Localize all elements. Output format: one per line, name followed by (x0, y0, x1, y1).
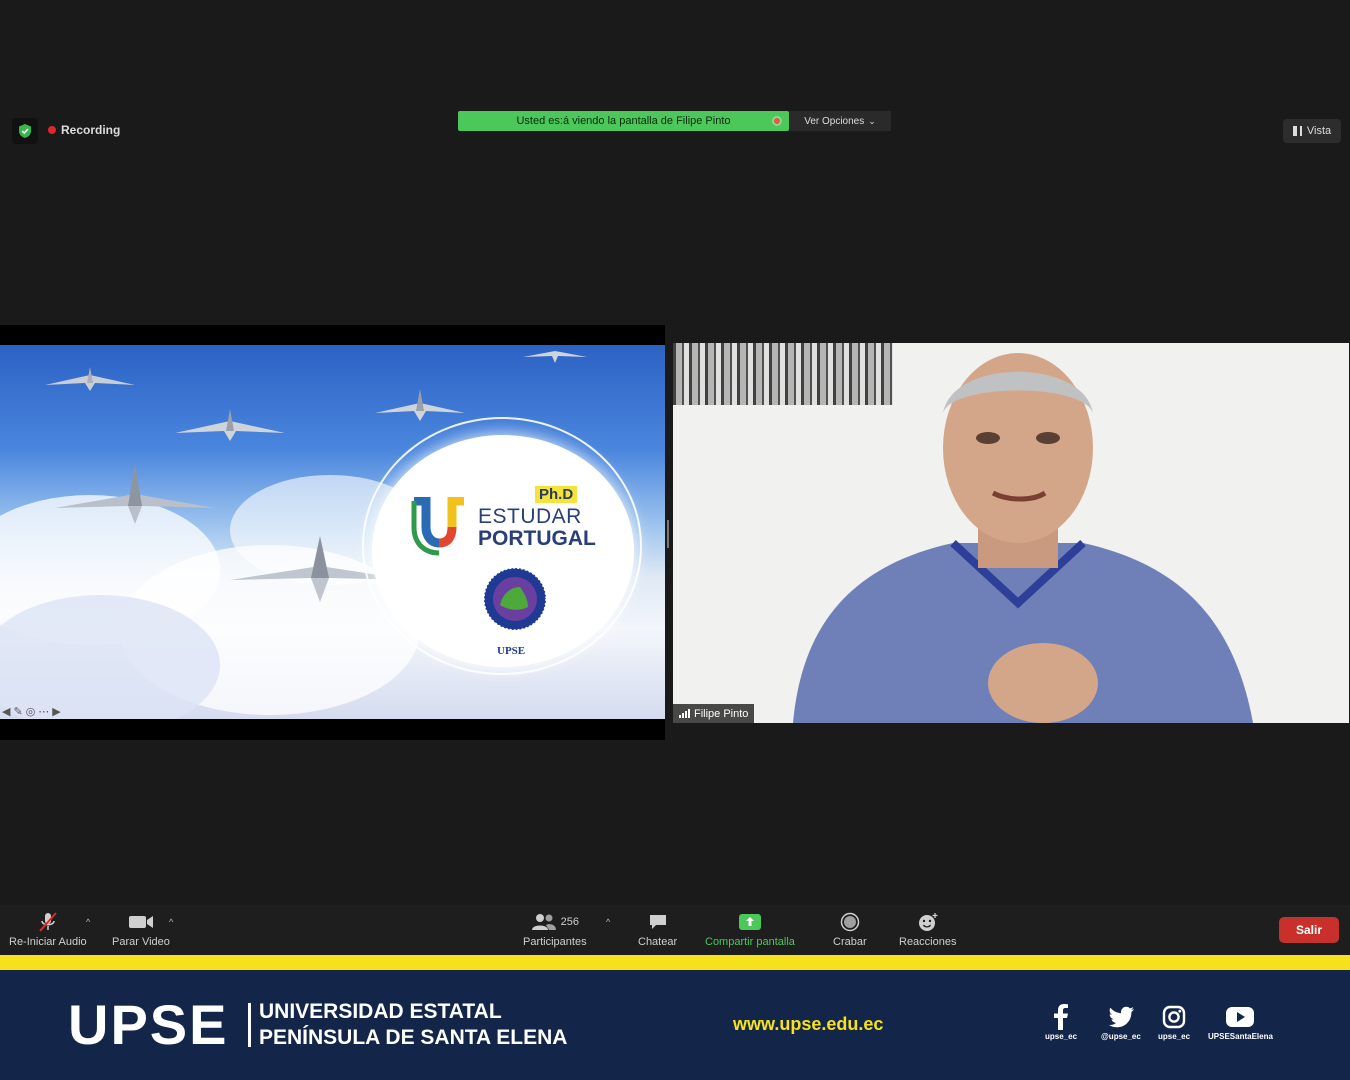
jet-image (523, 351, 587, 363)
participants-button[interactable]: 256 Participantes (523, 911, 587, 948)
footer-university-line1: UNIVERSIDAD ESTATAL (259, 1000, 502, 1023)
youtube-handle: UPSESantaElena (1208, 1032, 1273, 1041)
security-shield-icon[interactable] (12, 118, 38, 144)
estudar-portugal-logo-icon (411, 497, 464, 556)
record-button[interactable]: Crabar (833, 911, 867, 948)
participants-icon-group: 256 (531, 911, 579, 933)
leave-button[interactable]: Salir (1279, 917, 1339, 943)
presentation-slide: Ph.D ESTUDAR PORTUGAL UPSE ◀ ✎ ◎ ⋯ ▶ (0, 345, 665, 719)
more-icon[interactable]: ⋯ (38, 705, 49, 718)
screen-share-banner: Usted es:á viendo la pantalla de Filipe … (458, 111, 789, 131)
facebook-icon (1053, 1002, 1069, 1032)
signal-strength-icon (679, 709, 690, 718)
chat-label: Chatear (638, 936, 678, 948)
instagram-icon (1162, 1002, 1186, 1032)
upse-footer-banner: UPSE UNIVERSIDAD ESTATAL PENÍNSULA DE SA… (0, 970, 1350, 1080)
previous-slide-icon[interactable]: ◀ (2, 705, 10, 718)
youtube-icon (1225, 1002, 1255, 1032)
participants-count: 256 (560, 916, 579, 928)
meeting-toolbar: Re-Iniciar Audio ^ Parar Video ^ 256 Par… (0, 905, 1350, 955)
twitter-icon (1107, 1002, 1135, 1032)
share-screen-label: Compartir pantalla (705, 936, 795, 948)
footer-accent-strip (0, 955, 1350, 970)
recording-label: Recording (61, 123, 121, 137)
audio-options-caret-icon[interactable]: ^ (86, 917, 90, 927)
video-label: Parar Video (112, 936, 170, 948)
view-options-button[interactable]: Ver Opciones ⌄ (789, 111, 891, 131)
share-screen-icon (738, 911, 762, 933)
chat-bubble-icon (648, 911, 668, 933)
footer-website: www.upse.edu.ec (733, 1014, 884, 1034)
chevron-down-icon: ⌄ (868, 115, 876, 126)
muted-microphone-icon (36, 911, 60, 933)
jet-image (45, 367, 135, 391)
jet-image (55, 464, 215, 524)
footer-university-line2: PENÍNSULA DE SANTA ELENA (259, 1026, 568, 1049)
video-camera-icon (128, 911, 154, 933)
smiley-add-icon (917, 911, 939, 933)
next-slide-icon[interactable]: ▶ (52, 705, 60, 718)
pointer-icon[interactable]: ◎ (26, 705, 36, 718)
view-options-label: Ver Opciones (804, 115, 865, 127)
upse-seal-label: UPSE (497, 645, 526, 657)
footer-separator (248, 1003, 251, 1047)
share-screen-button[interactable]: Compartir pantalla (705, 911, 795, 948)
shared-screen[interactable]: Ph.D ESTUDAR PORTUGAL UPSE ◀ ✎ ◎ ⋯ ▶ (0, 325, 665, 740)
portugal-label: PORTUGAL (478, 527, 596, 550)
meeting-window: Recording Usted es:á viendo la pantalla … (0, 0, 1350, 1080)
jet-image (375, 389, 465, 421)
facebook-handle: upse_ec (1045, 1032, 1078, 1041)
twitter-handle: @upse_ec (1101, 1032, 1141, 1041)
chat-button[interactable]: Chatear (638, 911, 677, 948)
split-divider-handle[interactable] (667, 520, 669, 548)
stop-share-icon[interactable] (772, 116, 782, 126)
video-button[interactable]: Parar Video (112, 911, 170, 948)
record-label: Crabar (833, 936, 867, 948)
speaker-video[interactable] (673, 343, 1349, 723)
footer-brand: UPSE (68, 993, 229, 1056)
social-facebook: upse_ec (1045, 1002, 1077, 1041)
recording-indicator[interactable]: Recording (48, 123, 120, 137)
jet-image (175, 409, 285, 441)
video-options-caret-icon[interactable]: ^ (169, 917, 173, 927)
social-instagram: upse_ec (1158, 1002, 1190, 1041)
participants-icon (531, 914, 556, 930)
record-icon (840, 911, 860, 933)
participants-label: Participantes (523, 936, 587, 948)
estudar-label: ESTUDAR (478, 505, 582, 528)
social-twitter: @upse_ec (1101, 1002, 1141, 1041)
view-label: Vista (1306, 125, 1332, 137)
audio-button[interactable]: Re-Iniciar Audio (9, 911, 87, 948)
speaker-figure (793, 353, 1253, 723)
participant-name: Filipe Pinto (694, 707, 749, 720)
share-banner-text: Usted es:á viendo la pantalla de Filipe … (516, 115, 731, 127)
participants-options-caret-icon[interactable]: ^ (606, 917, 610, 927)
slide-controls: ◀ ✎ ◎ ⋯ ▶ (2, 705, 61, 718)
pen-icon[interactable]: ✎ (13, 705, 22, 718)
audio-label: Re-Iniciar Audio (9, 936, 87, 948)
participant-name-tag: Filipe Pinto (673, 704, 755, 723)
view-button[interactable]: Vista (1283, 119, 1341, 143)
phd-label: Ph.D (535, 486, 578, 503)
reactions-label: Reacciones (899, 936, 957, 948)
reactions-button[interactable]: Reacciones (899, 911, 956, 948)
upse-seal-icon (483, 567, 547, 631)
recording-dot-icon (48, 126, 56, 134)
social-youtube: UPSESantaElena (1208, 1002, 1273, 1041)
instagram-handle: upse_ec (1158, 1032, 1191, 1041)
layout-icon (1292, 126, 1302, 136)
